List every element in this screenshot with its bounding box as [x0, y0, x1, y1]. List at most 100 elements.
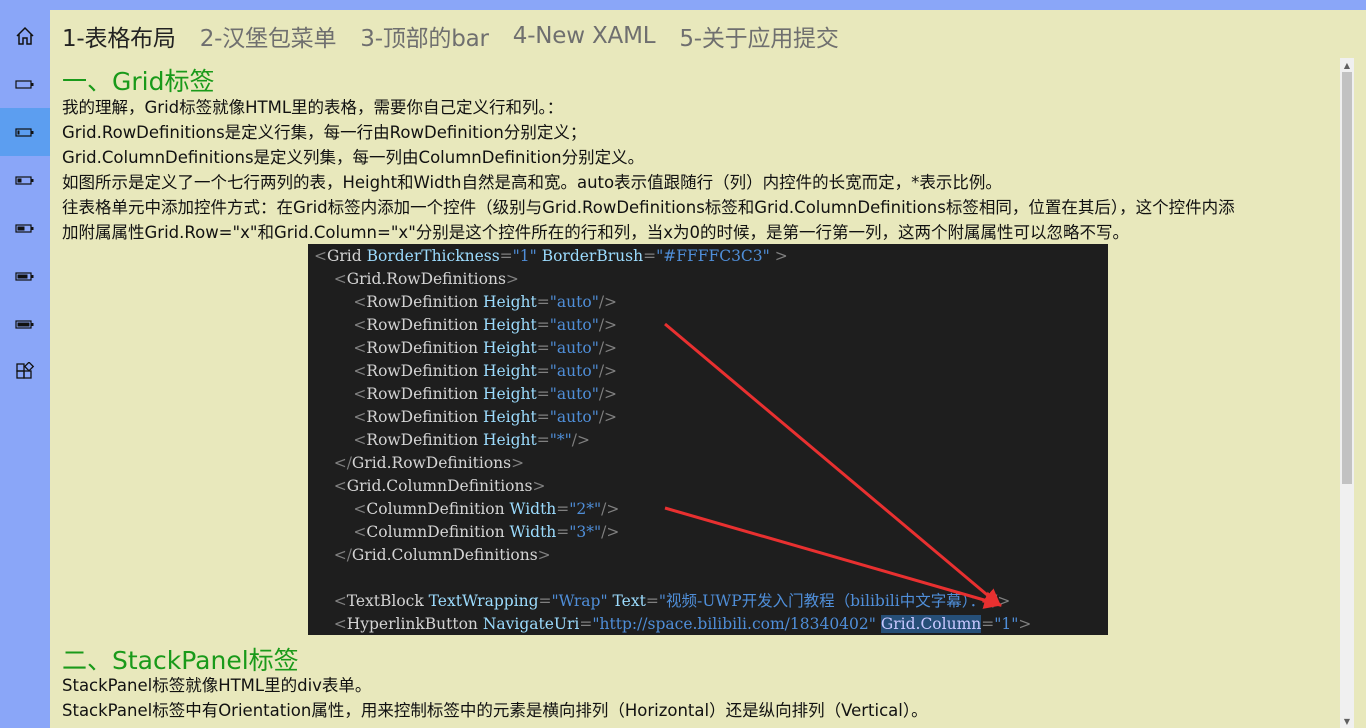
- code-token: "#FFFFC3C3": [656, 247, 770, 265]
- code-token: "auto": [549, 293, 599, 311]
- code-token: />: [992, 592, 1011, 610]
- tab-grid-layout[interactable]: 1-表格布局: [62, 19, 176, 53]
- code-line: </Grid.ColumnDefinitions>: [314, 544, 551, 567]
- code-screenshot-image: <Grid BorderThickness="1" BorderBrush="#…: [308, 244, 1108, 635]
- scroll-up-icon[interactable]: ▲: [1340, 58, 1354, 72]
- code-token: ColumnDefinition: [366, 500, 505, 518]
- code-token: BorderBrush: [536, 247, 644, 265]
- code-token: />: [598, 408, 618, 426]
- code-token: TextWrapping: [423, 592, 539, 610]
- code-token: Grid.Column: [880, 615, 982, 633]
- section2-line: StackPanel标签就像HTML里的div表单。: [62, 676, 372, 695]
- section1-paragraph: 我的理解，Grid标签就像HTML里的表格，需要你自己定义行和列。： Grid.…: [62, 95, 1340, 245]
- nav-battery-threequarter[interactable]: [0, 252, 50, 300]
- code-token: Height: [478, 431, 537, 449]
- battery-threequarter-icon: [15, 272, 34, 281]
- code-token: <: [314, 523, 367, 541]
- code-token: =: [536, 339, 550, 357]
- code-token: RowDefinition: [366, 431, 479, 449]
- code-token: RowDefinition: [366, 316, 479, 334]
- code-line: <RowDefinition Height="auto"/>: [314, 314, 617, 337]
- scroll-down-icon[interactable]: ▼: [1340, 714, 1354, 728]
- battery-low-icon: [15, 128, 34, 137]
- nav-home[interactable]: [0, 12, 50, 60]
- code-token: NavigateUri: [477, 615, 580, 633]
- code-token: />: [598, 293, 618, 311]
- code-line: <HyperlinkButton NavigateUri="http://spa…: [314, 613, 1031, 635]
- code-token: Grid.RowDefinitions: [346, 270, 506, 288]
- code-token: />: [601, 500, 620, 518]
- code-token: =: [536, 385, 550, 403]
- code-token: "auto": [549, 385, 599, 403]
- code-token: Grid.ColumnDefinitions: [346, 477, 533, 495]
- code-line: <TextBlock TextWrapping="Wrap" Text="视频-…: [314, 590, 1011, 613]
- code-token: <: [314, 339, 367, 357]
- code-token: Height: [478, 316, 537, 334]
- section1-line: 我的理解，Grid标签就像HTML里的表格，需要你自己定义行和列。：: [62, 98, 564, 117]
- code-token: />: [571, 431, 591, 449]
- code-token: Height: [478, 385, 537, 403]
- content-scroll-area[interactable]: 一、Grid标签 我的理解，Grid标签就像HTML里的表格，需要你自己定义行和…: [50, 58, 1340, 728]
- nav-battery-low[interactable]: [0, 108, 50, 156]
- code-token: "http://space.bilibili.com/18340402": [592, 615, 876, 633]
- section1-line: 加附属属性Grid.Row="x"和Grid.Column="x"分别是这个控件…: [62, 223, 1130, 242]
- code-line: <ColumnDefinition Width="3*"/>: [314, 521, 619, 544]
- code-line: </Grid.RowDefinitions>: [314, 452, 524, 475]
- code-line: <RowDefinition Height="*"/>: [314, 429, 590, 452]
- code-token: >: [532, 477, 546, 495]
- code-token: >: [1018, 615, 1032, 633]
- code-token: "1": [994, 615, 1019, 633]
- code-token: <: [314, 615, 347, 633]
- code-token: >: [505, 270, 519, 288]
- code-token: Grid: [327, 247, 362, 265]
- tab-app-submission[interactable]: 5-关于应用提交: [679, 19, 839, 53]
- code-token: =: [536, 362, 550, 380]
- nav-battery-empty[interactable]: [0, 60, 50, 108]
- code-token: =: [536, 316, 550, 334]
- code-line: <ColumnDefinition Width="2*"/>: [314, 498, 619, 521]
- code-token: "2*": [569, 500, 602, 518]
- code-token: Width: [504, 500, 557, 518]
- section2-paragraph: StackPanel标签就像HTML里的div表单。 StackPanel标签中…: [62, 673, 1340, 723]
- code-token: =: [536, 293, 550, 311]
- red-arrow-from-rows: [664, 322, 1002, 607]
- vertical-scrollbar[interactable]: ▲ ▼: [1340, 58, 1354, 728]
- code-token: <: [314, 247, 327, 265]
- code-line: <RowDefinition Height="auto"/>: [314, 337, 617, 360]
- battery-full-icon: [15, 320, 34, 329]
- code-token: "auto": [549, 408, 599, 426]
- scrollbar-thumb[interactable]: [1342, 72, 1352, 484]
- code-token: Height: [478, 408, 537, 426]
- code-token: "auto": [549, 316, 599, 334]
- code-token: TextBlock: [346, 592, 424, 610]
- nav-battery-half[interactable]: [0, 204, 50, 252]
- code-token: <: [314, 431, 367, 449]
- section1-line: 如图所示是定义了一个七行两列的表，Height和Width自然是高和宽。auto…: [62, 173, 1002, 192]
- section1-line: Grid.RowDefinitions是定义行集，每一行由RowDefiniti…: [62, 123, 587, 142]
- nav-apps-add[interactable]: [0, 348, 50, 396]
- code-line: <Grid BorderThickness="1" BorderBrush="#…: [314, 245, 788, 268]
- nav-battery-quarter[interactable]: [0, 156, 50, 204]
- code-token: <: [314, 293, 367, 311]
- code-line: <RowDefinition Height="auto"/>: [314, 383, 617, 406]
- code-token: RowDefinition: [366, 339, 479, 357]
- code-token: />: [598, 385, 618, 403]
- code-token: Height: [478, 362, 537, 380]
- code-line: <RowDefinition Height="auto"/>: [314, 360, 617, 383]
- nav-battery-full[interactable]: [0, 300, 50, 348]
- home-icon: [16, 26, 34, 45]
- code-token: </: [314, 546, 352, 564]
- code-token: Grid.ColumnDefinitions: [351, 546, 538, 564]
- code-token: =: [536, 408, 550, 426]
- tab-top-bar[interactable]: 3-顶部的bar: [360, 19, 489, 53]
- code-line: <Grid.RowDefinitions>: [314, 268, 519, 291]
- code-token: "auto": [549, 339, 599, 357]
- code-token: <: [314, 500, 367, 518]
- code-token: <: [314, 477, 347, 495]
- code-token: >: [769, 247, 788, 265]
- tab-new-xaml[interactable]: 4-New XAML: [513, 23, 656, 49]
- tab-hamburger-menu[interactable]: 2-汉堡包菜单: [200, 19, 337, 53]
- code-token: Height: [478, 293, 537, 311]
- code-token: "*": [549, 431, 572, 449]
- battery-quarter-icon: [15, 176, 34, 185]
